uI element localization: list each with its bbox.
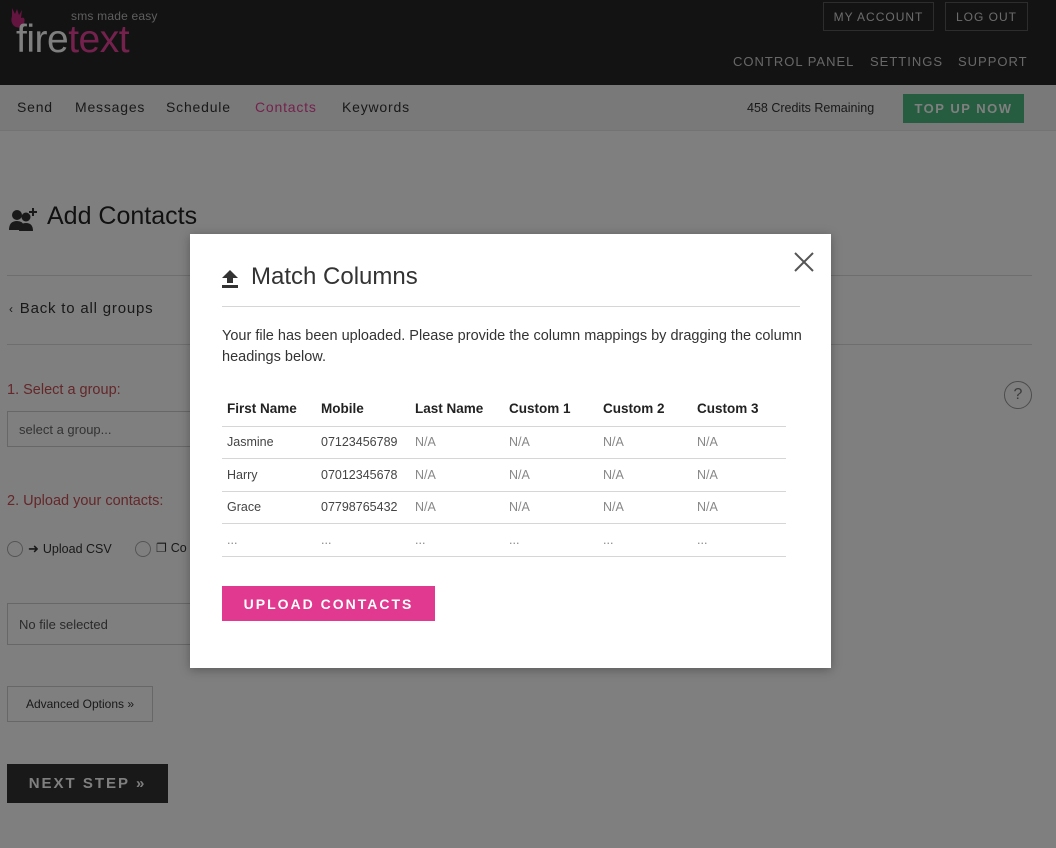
column-heading-custom-1[interactable]: Custom 1 — [504, 392, 598, 427]
table-row: ... ... ... ... ... ... — [222, 523, 786, 557]
table-cell: 07123456789 — [316, 426, 410, 459]
column-mapping-table: First Name Mobile Last Name Custom 1 Cus… — [222, 392, 786, 557]
upload-arrow-icon — [222, 270, 238, 288]
table-header-row: First Name Mobile Last Name Custom 1 Cus… — [222, 392, 786, 427]
table-cell: N/A — [410, 491, 504, 524]
table-cell: Harry — [222, 458, 316, 492]
table-cell: ... — [316, 523, 410, 557]
table-cell: N/A — [504, 491, 598, 524]
table-row: Jasmine 07123456789 N/A N/A N/A N/A — [222, 426, 786, 459]
table-cell: ... — [692, 523, 786, 557]
column-heading-mobile[interactable]: Mobile — [316, 392, 410, 427]
table-cell: ... — [222, 523, 316, 557]
table-cell: N/A — [692, 491, 786, 524]
match-columns-modal: Match Columns Your file has been uploade… — [190, 234, 831, 668]
column-heading-last-name[interactable]: Last Name — [410, 392, 504, 427]
table-cell: N/A — [504, 458, 598, 492]
table-cell: Grace — [222, 491, 316, 524]
table-cell: N/A — [504, 426, 598, 459]
upload-contacts-button[interactable]: UPLOAD CONTACTS — [222, 586, 435, 621]
table-cell: N/A — [692, 426, 786, 459]
table-cell: N/A — [410, 458, 504, 492]
table-cell: ... — [504, 523, 598, 557]
table-cell: N/A — [410, 426, 504, 459]
table-cell: N/A — [692, 458, 786, 492]
table-cell: N/A — [598, 426, 692, 459]
table-cell: ... — [410, 523, 504, 557]
table-cell: Jasmine — [222, 426, 316, 459]
table-row: Harry 07012345678 N/A N/A N/A N/A — [222, 458, 786, 492]
modal-divider — [222, 306, 800, 307]
table-cell: 07012345678 — [316, 458, 410, 492]
table-cell: ... — [598, 523, 692, 557]
column-heading-custom-2[interactable]: Custom 2 — [598, 392, 692, 427]
column-heading-first-name[interactable]: First Name — [222, 392, 316, 427]
table-cell: N/A — [598, 458, 692, 492]
modal-description: Your file has been uploaded. Please prov… — [222, 328, 802, 365]
table-cell: 07798765432 — [316, 491, 410, 524]
table-cell: N/A — [598, 491, 692, 524]
column-heading-custom-3[interactable]: Custom 3 — [692, 392, 786, 427]
modal-title: Match Columns — [251, 263, 418, 290]
table-row: Grace 07798765432 N/A N/A N/A N/A — [222, 491, 786, 524]
close-icon[interactable] — [792, 250, 816, 274]
